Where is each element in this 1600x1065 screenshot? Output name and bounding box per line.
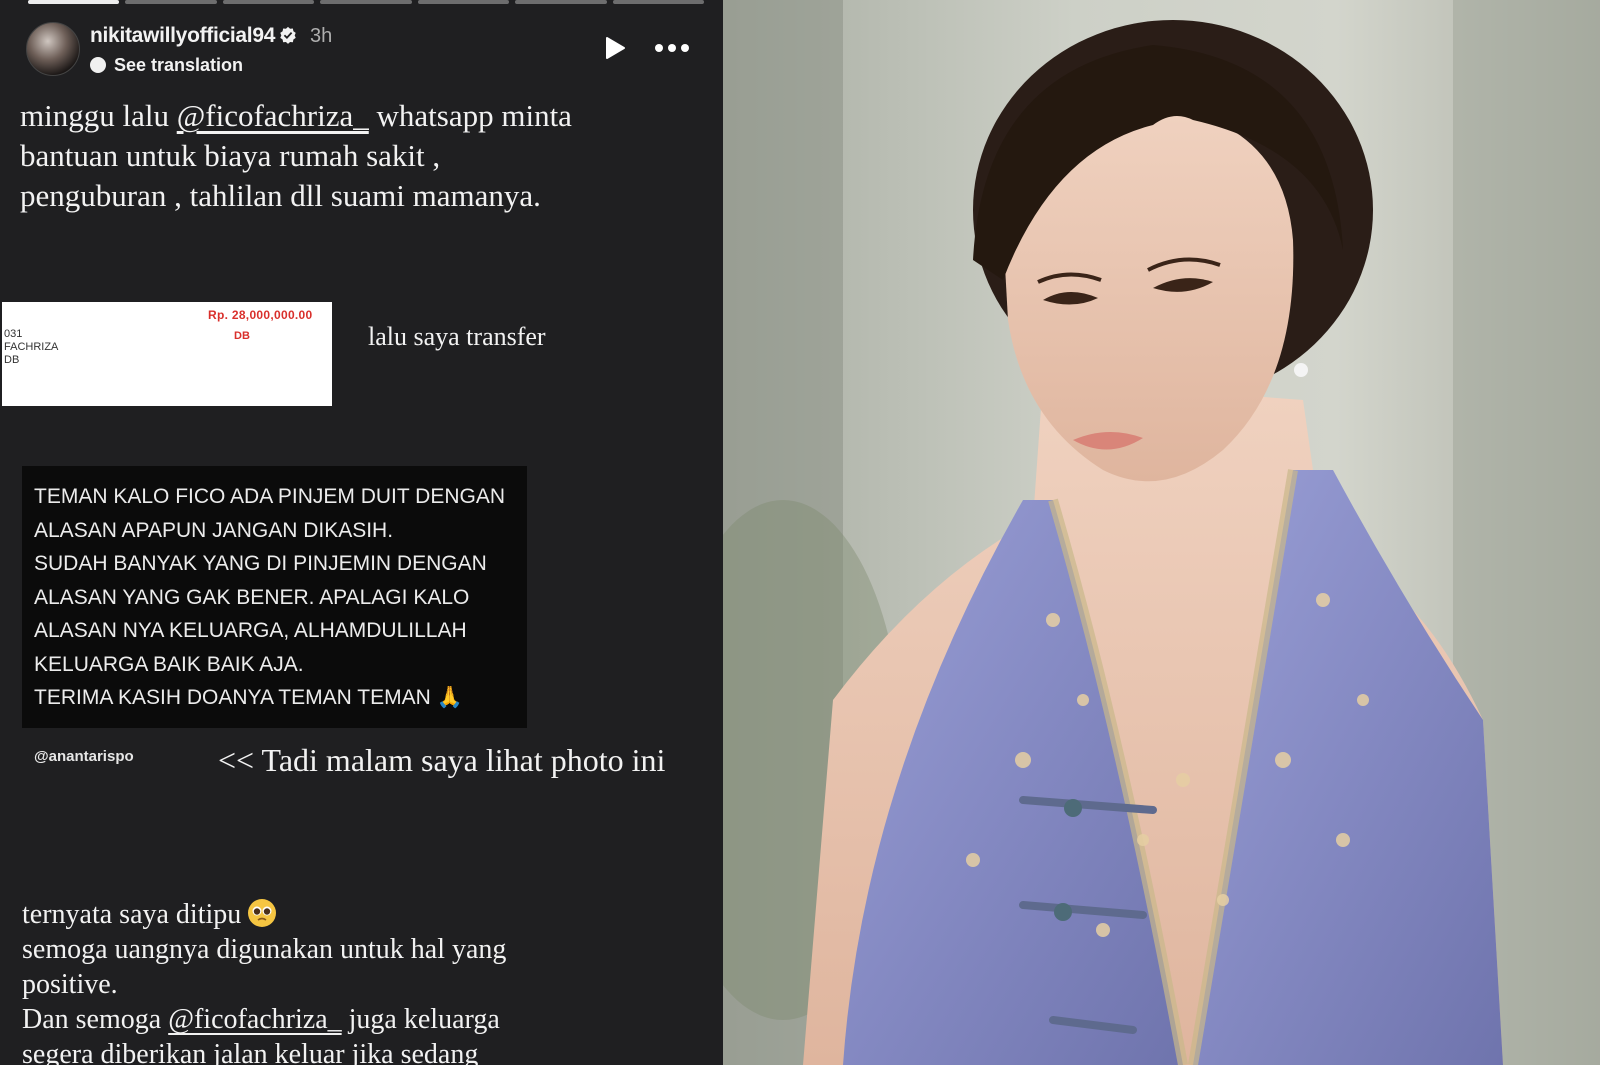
caption-text: Dan semoga [22,1004,169,1035]
story-progress-segment [417,0,510,4]
receipt-code: DB [234,330,250,342]
portrait-illustration [723,0,1600,1065]
pleading-face-emoji [248,899,277,927]
story-time-ago: 3h [310,25,333,47]
warning-text-list: TEMAN KALO FICO ADA PINJEM DUIT DENGAN A… [34,480,514,715]
warning-line: ALASAN NYA KELUARGA, ALHAMDULILLAH [34,619,467,642]
story-progress-bar [28,0,704,5]
caption-text: bantuan untuk biaya rumah sakit , [20,138,441,173]
verified-badge-icon [280,26,296,44]
warning-line: KELUARGA BAIK BAIK AJA. [34,652,304,676]
warning-line: TEMAN KALO FICO ADA PINJEM DUIT DENGAN [34,485,506,508]
story-progress-segment [222,0,315,4]
see-translation-button[interactable]: See translation [90,54,243,76]
transfer-caption: lalu saya transfer [368,322,546,351]
transfer-receipt-image: Rp. 28,000,000.00 DB 031 FACHRIZA DB [2,302,332,406]
portrait-photo [723,0,1600,1065]
caption-text: segera diberikan jalan keluar jika sedan… [22,1039,479,1065]
caption-text: penguburan , tahlilan dll suami mamanya. [20,178,541,213]
see-translation-label: See translation [114,54,244,75]
mention-link[interactable]: @ficofachriza_ [177,98,369,133]
story-progress-segment [612,0,704,4]
story-caption-bottom: ternyata saya ditipu semoga uangnya digu… [22,897,712,1065]
story-caption-top: minggu lalu @ficofachriza_ whatsapp mint… [20,96,700,216]
warning-line: ALASAN APAPUN JANGAN DIKASIH. [34,518,394,542]
caption-text: ternyata saya ditipu [22,899,242,930]
receipt-amount: Rp. 28,000,000.00 [208,308,313,322]
warning-line: SUDAH BANYAK YANG DI PINJEMIN DENGAN [34,552,487,575]
play-icon[interactable] [604,36,626,60]
caption-text: whatsapp minta [368,98,572,133]
mention-link[interactable]: @ficofachriza_ [168,1004,341,1035]
story-panel: nikitawillyofficial94 3h See translation… [0,0,725,1065]
receipt-line: FACHRIZA [4,341,59,353]
warning-line: TERIMA KASIH DOANYA TEMAN TEMAN 🙏 [34,686,463,709]
more-options-icon[interactable] [654,41,690,55]
receipt-line: 031 [4,328,23,340]
caption-text: minggu lalu [20,98,177,133]
story-progress-segment [125,0,217,4]
story-progress-segment [28,0,120,4]
translate-icon [90,57,106,73]
warning-line: ALASAN YANG GAK BENER. APALAGI KALO [34,585,470,609]
receipt-line: DB [4,354,20,366]
source-handle[interactable]: @anantarispo [34,748,134,765]
story-username[interactable]: nikitawillyofficial94 [90,24,275,48]
profile-avatar[interactable] [26,22,80,76]
caption-text: semoga uangnya digunakan untuk hal yang [22,934,507,965]
story-progress-segment [515,0,607,4]
caption-text: juga keluarga [341,1004,500,1035]
night-caption: << Tadi malam saya lihat photo ini [218,742,666,778]
caption-text: positive. [22,969,118,1000]
story-progress-segment [320,0,412,4]
